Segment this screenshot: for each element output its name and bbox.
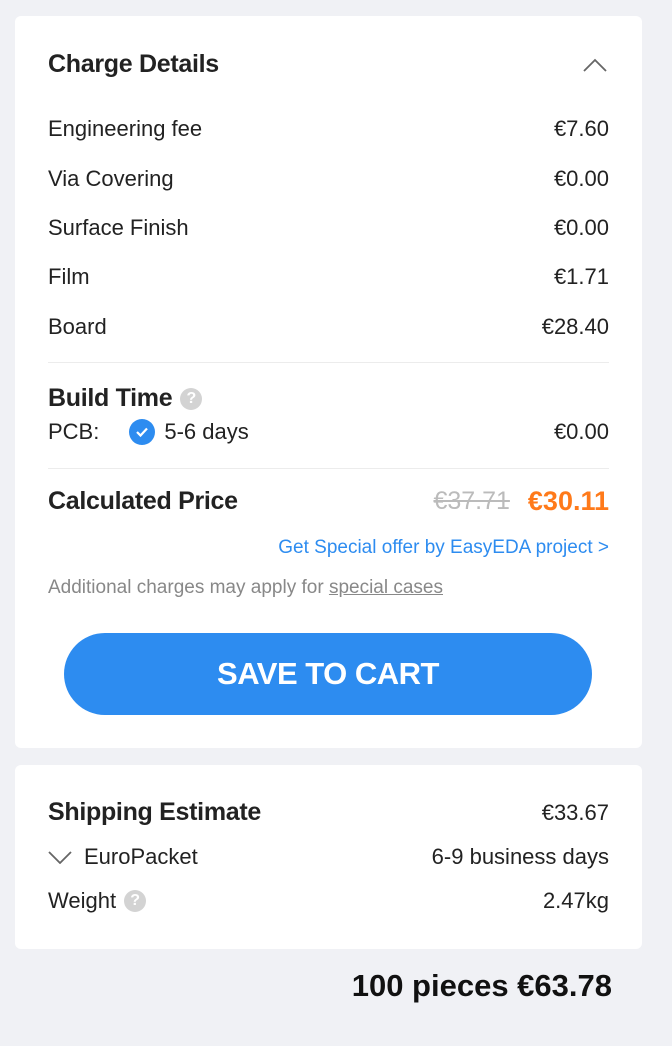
additional-charges-note: Additional charges may apply for — [48, 577, 329, 598]
charge-label: Via Covering — [48, 166, 174, 191]
special-offer-link[interactable]: Get Special offer by EasyEDA project > — [278, 537, 609, 559]
charge-row: Engineering fee €7.60 — [48, 116, 609, 142]
weight-label-group: Weight ? — [48, 888, 147, 914]
build-time-option: PCB: 5-6 days — [48, 419, 249, 445]
charge-row: Board €28.40 — [48, 314, 609, 340]
collapse-button[interactable] — [581, 51, 609, 79]
offer-row: Get Special offer by EasyEDA project > — [48, 537, 609, 559]
charge-value: €0.00 — [553, 215, 609, 240]
charge-details-title: Charge Details — [48, 50, 219, 78]
charge-label: Film — [48, 264, 90, 289]
charge-label: Board — [48, 314, 107, 339]
price-group: €37.71 €30.11 — [433, 486, 609, 517]
final-price: €30.11 — [527, 486, 609, 516]
charge-value: €0.00 — [553, 166, 609, 191]
charge-details-header: Charge Details — [48, 50, 609, 79]
weight-label: Weight — [48, 888, 117, 913]
charge-value: €7.60 — [553, 116, 609, 141]
weight-row: Weight ? 2.47kg — [48, 888, 609, 914]
calculated-price-title: Calculated Price — [48, 487, 238, 515]
charge-value: €1.71 — [553, 264, 609, 289]
shipping-cost: €33.67 — [541, 799, 609, 825]
weight-value: 2.47kg — [542, 888, 609, 913]
check-icon[interactable] — [129, 419, 156, 445]
build-time-option-label: 5-6 days — [164, 419, 249, 444]
divider — [48, 468, 609, 469]
shipping-title: Shipping Estimate — [48, 798, 261, 826]
shipping-method: EuroPacket — [84, 844, 198, 869]
charge-row: Surface Finish €0.00 — [48, 215, 609, 241]
shipping-duration: 6-9 business days — [431, 844, 609, 869]
charge-details-card: Charge Details Engineering fee €7.60 Via… — [15, 16, 642, 748]
charge-label: Surface Finish — [48, 215, 189, 240]
shipping-method-row: EuroPacket 6-9 business days — [48, 844, 609, 870]
calculated-price-row: Calculated Price €37.71 €30.11 — [48, 486, 609, 517]
special-cases-link[interactable]: special cases — [329, 577, 443, 599]
help-icon[interactable]: ? — [124, 890, 147, 912]
charge-value: €28.40 — [541, 314, 609, 339]
pcb-label: PCB: — [48, 419, 100, 444]
charge-row: Film €1.71 — [48, 264, 609, 290]
chevron-up-icon — [583, 58, 607, 72]
shipping-method-select[interactable]: EuroPacket — [48, 844, 198, 870]
build-time-header: Build Time ? — [48, 384, 609, 413]
help-icon[interactable]: ? — [180, 387, 203, 410]
shipping-card: Shipping Estimate €33.67 EuroPacket 6-9 … — [15, 765, 642, 949]
build-time-value: €0.00 — [553, 419, 609, 444]
order-total: 100 pieces €63.78 — [351, 968, 612, 1003]
build-time-title: Build Time — [48, 384, 173, 412]
save-to-cart-button[interactable]: SAVE TO CART — [64, 633, 592, 715]
original-price: €37.71 — [433, 487, 510, 515]
note-row: Additional charges may apply for special… — [48, 577, 609, 599]
charge-label: Engineering fee — [48, 116, 203, 141]
chevron-down-icon — [48, 851, 72, 864]
charge-row: Via Covering €0.00 — [48, 166, 609, 192]
build-time-row: PCB: 5-6 days €0.00 — [48, 419, 609, 445]
shipping-header: Shipping Estimate €33.67 — [48, 798, 609, 827]
divider — [48, 362, 609, 363]
